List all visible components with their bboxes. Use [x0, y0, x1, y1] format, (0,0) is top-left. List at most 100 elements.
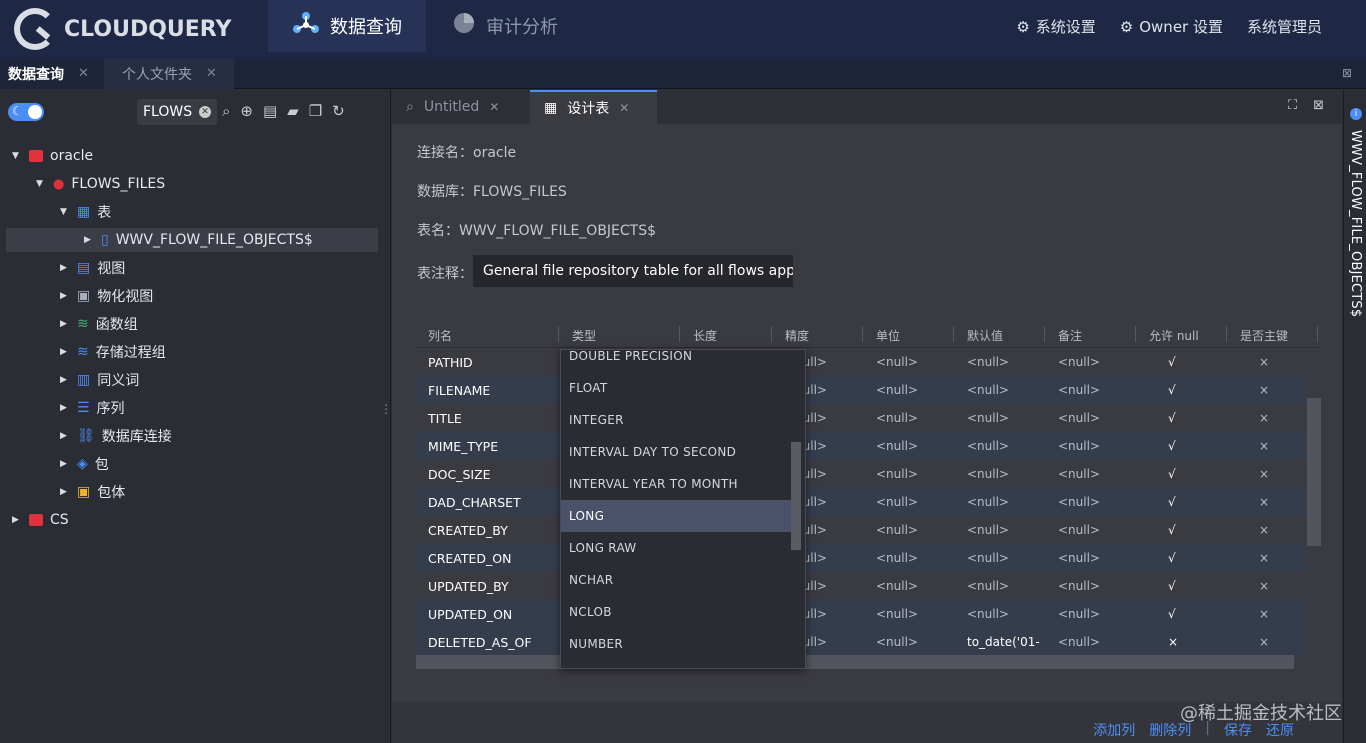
comment-cell[interactable]: <null> — [1058, 495, 1100, 509]
primary-key-cell[interactable]: × — [1259, 355, 1269, 369]
table-row[interactable]: CREATED_ON <null> <null> <null> <null> √ × — [416, 544, 1307, 572]
theme-toggle[interactable]: ☾ — [8, 103, 44, 121]
primary-key-cell[interactable]: × — [1259, 635, 1269, 649]
close-icon[interactable]: ✕ — [619, 101, 629, 115]
nullable-cell[interactable]: √ — [1168, 579, 1176, 593]
tree-node-materialized-views[interactable]: ▶ ▣ 物化视图 — [60, 284, 153, 308]
comment-cell[interactable]: <null> — [1058, 383, 1100, 397]
tree-node-cs[interactable]: ▶ CS — [12, 508, 69, 532]
primary-key-cell[interactable]: × — [1259, 439, 1269, 453]
tree-node-packages[interactable]: ▶ ◈ 包 — [60, 452, 109, 476]
nullable-cell[interactable]: √ — [1168, 355, 1176, 369]
dropdown-option[interactable]: NUMBER — [561, 628, 791, 660]
nullable-cell[interactable]: √ — [1168, 551, 1176, 565]
close-panel-icon[interactable]: ⊠ — [1342, 66, 1352, 80]
dropdown-option[interactable]: DOUBLE PRECISION — [561, 340, 791, 372]
column-name-cell[interactable]: UPDATED_ON — [428, 607, 512, 622]
column-divider[interactable] — [1135, 326, 1136, 342]
nullable-cell[interactable]: √ — [1168, 411, 1176, 425]
tree-node-procedures[interactable]: ▶ ≋ 存储过程组 — [60, 340, 166, 364]
dropdown-option[interactable]: INTERVAL YEAR TO MONTH — [561, 468, 791, 500]
search-icon[interactable]: ⌕ — [222, 102, 230, 120]
template-icon[interactable]: ▤ — [263, 102, 277, 120]
column-divider[interactable] — [1317, 326, 1318, 342]
table-row[interactable]: UPDATED_ON <null> <null> <null> <null> √ × — [416, 600, 1307, 628]
column-name-cell[interactable]: DAD_CHARSET — [428, 495, 521, 510]
comment-cell[interactable]: <null> — [1058, 551, 1100, 565]
tree-node-views[interactable]: ▶ ▤ 视图 — [60, 256, 125, 280]
column-name-cell[interactable]: MIME_TYPE — [428, 439, 498, 454]
table-row[interactable]: DOC_SIZE <null> <null> <null> <null> √ × — [416, 460, 1307, 488]
fullscreen-icon[interactable]: ⛶ — [1288, 98, 1297, 113]
clear-icon[interactable]: ✕ — [199, 106, 211, 118]
comment-cell[interactable]: <null> — [1058, 635, 1100, 649]
table-row[interactable]: FILENAME <null> <null> <null> <null> √ × — [416, 376, 1307, 404]
nullable-cell[interactable]: √ — [1168, 439, 1176, 453]
default-cell[interactable]: to_date('01- — [967, 635, 1040, 649]
unit-cell[interactable]: <null> — [876, 439, 918, 453]
nullable-cell[interactable]: √ — [1168, 523, 1176, 537]
nav-tab-data-query[interactable]: 数据查询 — [268, 0, 426, 52]
admin-link[interactable]: 系统管理员 — [1247, 16, 1322, 37]
column-name-cell[interactable]: DOC_SIZE — [428, 467, 491, 482]
primary-key-cell[interactable]: × — [1259, 523, 1269, 537]
column-divider[interactable] — [1044, 326, 1045, 342]
column-name-cell[interactable]: UPDATED_BY — [428, 579, 509, 594]
horizontal-scrollbar[interactable] — [416, 655, 1294, 669]
nullable-cell[interactable]: √ — [1168, 467, 1176, 481]
unit-cell[interactable]: <null> — [876, 635, 918, 649]
default-cell[interactable]: <null> — [967, 551, 1009, 565]
table-comment-input[interactable]: General file repository table for all fl… — [473, 255, 793, 287]
close-icon[interactable]: ✕ — [489, 100, 499, 114]
tree-node-flows-files[interactable]: ▼ ● FLOWS_FILES — [36, 172, 165, 196]
close-icon[interactable]: ✕ — [206, 66, 217, 81]
default-cell[interactable]: <null> — [967, 411, 1009, 425]
default-cell[interactable]: <null> — [967, 523, 1009, 537]
table-row[interactable]: TITLE <null> <null> <null> <null> √ × — [416, 404, 1307, 432]
close-icon[interactable]: ✕ — [78, 66, 89, 81]
tree-node-tables[interactable]: ▼ ▦ 表 — [60, 200, 111, 224]
default-cell[interactable]: <null> — [967, 439, 1009, 453]
tab-data-query[interactable]: 数据查询 ✕ — [0, 58, 103, 89]
unit-cell[interactable]: <null> — [876, 523, 918, 537]
comment-cell[interactable]: <null> — [1058, 523, 1100, 537]
tree-node-db-links[interactable]: ▶ ⛓ 数据库连接 — [60, 424, 172, 448]
comment-cell[interactable]: <null> — [1058, 607, 1100, 621]
search-input[interactable]: FLOWS ✕ — [137, 99, 217, 125]
unit-cell[interactable]: <null> — [876, 411, 918, 425]
unit-cell[interactable]: <null> — [876, 383, 918, 397]
default-cell[interactable]: <null> — [967, 495, 1009, 509]
dropdown-option[interactable]: NCLOB — [561, 596, 791, 628]
column-divider[interactable] — [862, 326, 863, 342]
vertical-scrollbar[interactable] — [1307, 398, 1321, 546]
dropdown-scrollbar[interactable] — [791, 442, 801, 550]
right-side-panel[interactable]: i WWV_FLOW_FILE_OBJECTS$ — [1343, 90, 1366, 743]
table-row[interactable]: CREATED_BY <null> <null> <null> <null> √ × — [416, 516, 1307, 544]
tree-node-package-bodies[interactable]: ▶ ▣ 包体 — [60, 480, 125, 504]
dropdown-option[interactable]: INTERVAL DAY TO SECOND — [561, 436, 791, 468]
comment-cell[interactable]: <null> — [1058, 439, 1100, 453]
tab-untitled[interactable]: ⌕ Untitled ✕ — [392, 90, 528, 124]
comment-cell[interactable]: <null> — [1058, 467, 1100, 481]
default-cell[interactable]: <null> — [967, 607, 1009, 621]
comment-cell[interactable]: <null> — [1058, 355, 1100, 369]
add-column-button[interactable]: 添加列 — [1093, 720, 1135, 740]
dropdown-option[interactable]: NCHAR — [561, 564, 791, 596]
column-name-cell[interactable]: PATHID — [428, 355, 473, 370]
close-panel-icon[interactable]: ⊠ — [1313, 98, 1324, 113]
table-row[interactable]: DELETED_AS_OF <null> <null> to_date('01- <nu… — [416, 628, 1307, 656]
primary-key-cell[interactable]: × — [1259, 495, 1269, 509]
comment-cell[interactable]: <null> — [1058, 411, 1100, 425]
column-name-cell[interactable]: CREATED_BY — [428, 523, 508, 538]
dropdown-option[interactable]: FLOAT — [561, 372, 791, 404]
unit-cell[interactable]: <null> — [876, 495, 918, 509]
unit-cell[interactable]: <null> — [876, 607, 918, 621]
unit-cell[interactable]: <null> — [876, 579, 918, 593]
table-row[interactable]: UPDATED_BY <null> <null> <null> <null> √ × — [416, 572, 1307, 600]
primary-key-cell[interactable]: × — [1259, 607, 1269, 621]
column-divider[interactable] — [953, 326, 954, 342]
default-cell[interactable]: <null> — [967, 383, 1009, 397]
tree-node-sequences[interactable]: ▶ ☰ 序列 — [60, 396, 125, 420]
dropdown-option[interactable]: LONG RAW — [561, 532, 791, 564]
app-logo[interactable]: CLOUDQUERY — [14, 8, 231, 50]
